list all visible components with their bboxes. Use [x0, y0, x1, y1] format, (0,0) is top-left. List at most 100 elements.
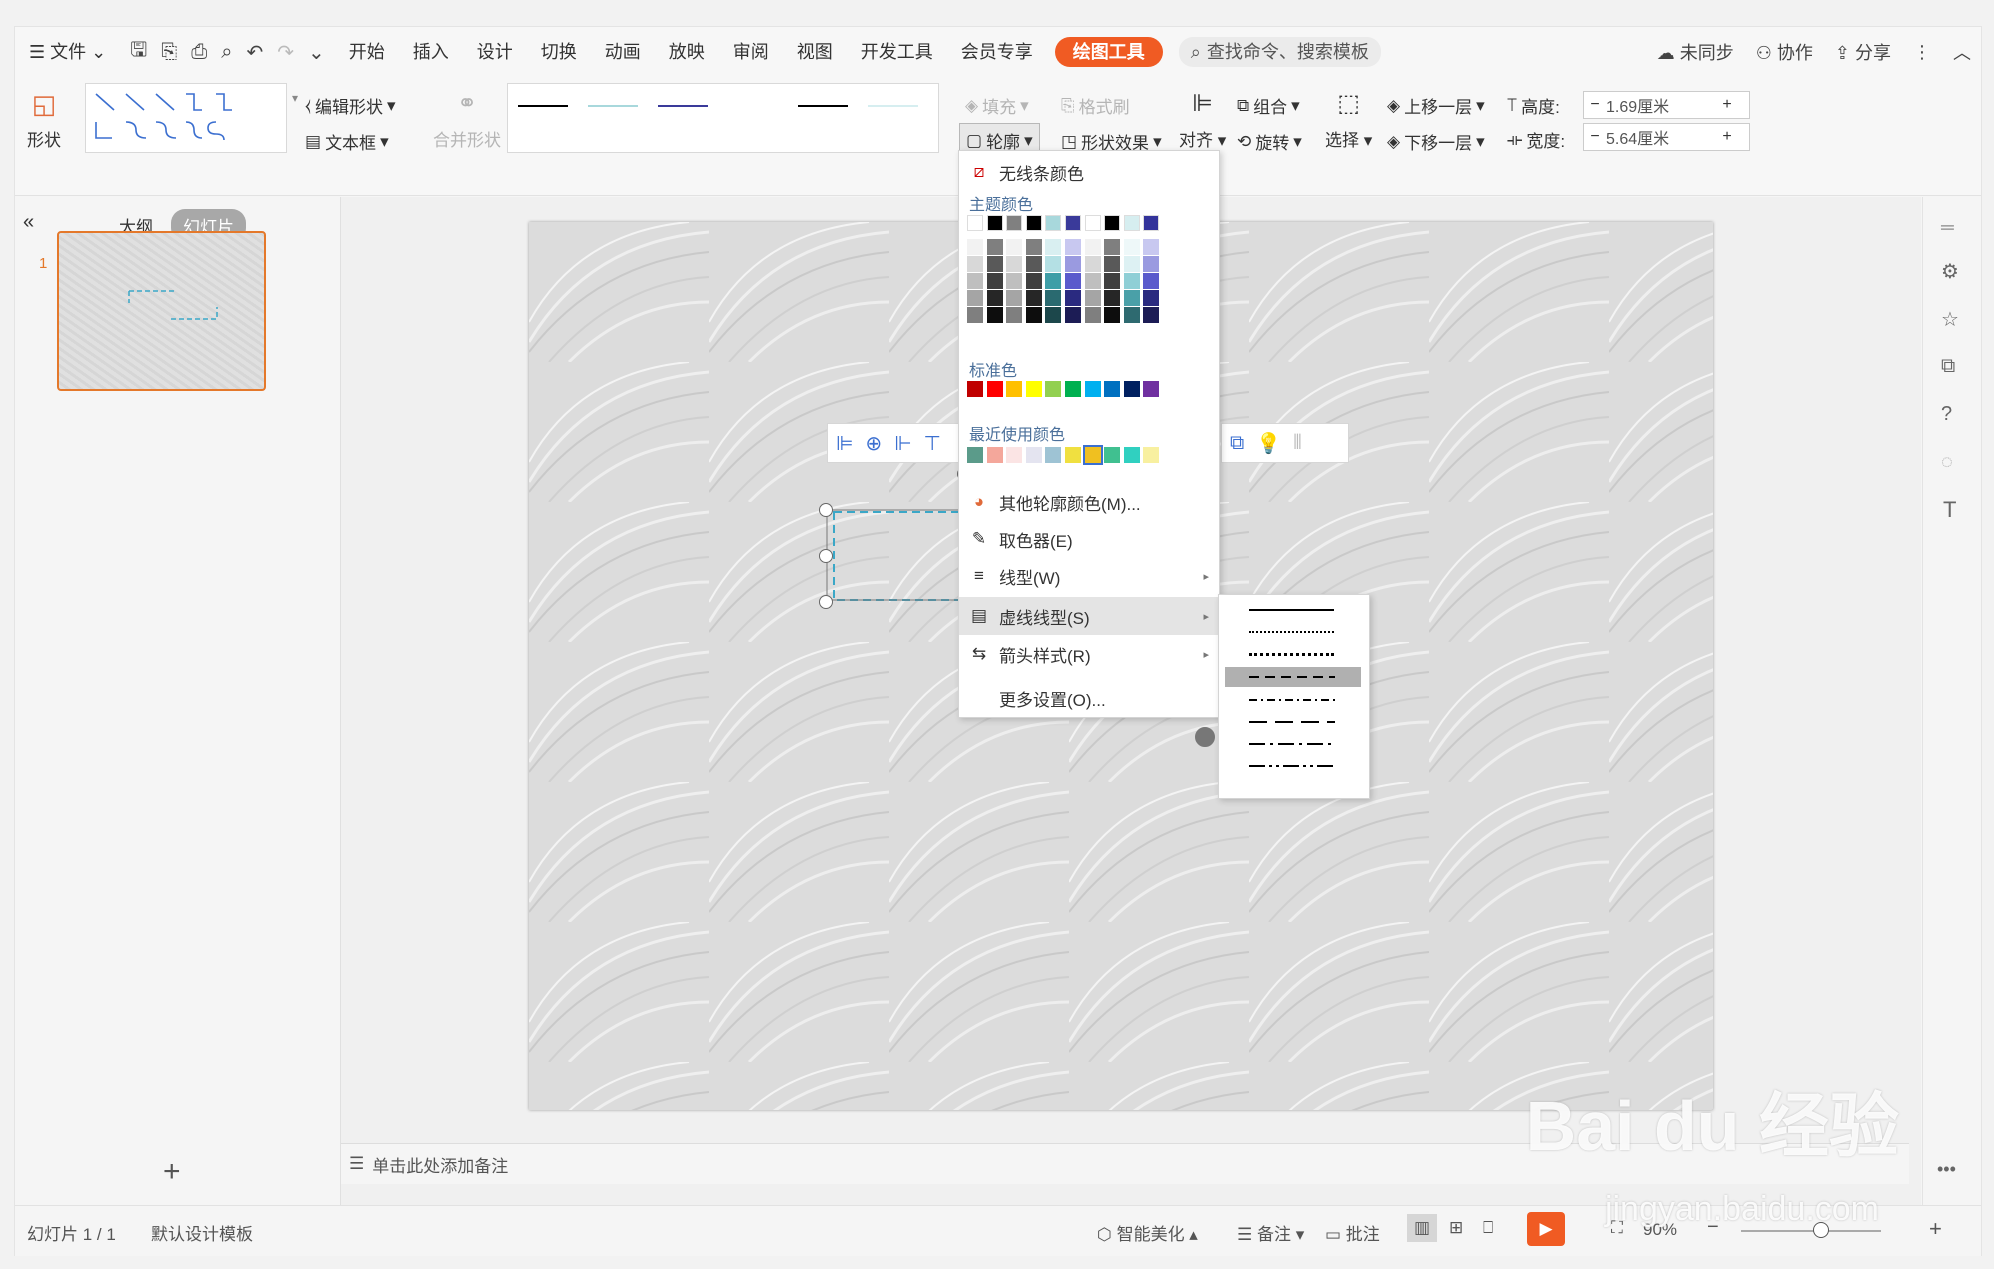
theme-shade-swatch[interactable]: [1104, 290, 1121, 306]
arrow-style-item[interactable]: ⇆ 箭头样式(R) ▸: [959, 637, 1219, 671]
theme-shade-swatch[interactable]: [1123, 256, 1140, 272]
grid-view-icon[interactable]: ⊞: [1449, 1218, 1463, 1238]
theme-shade-swatch[interactable]: [986, 290, 1003, 306]
merge-shape-button[interactable]: ⚭ 合并形状: [433, 89, 501, 151]
theme-shade-swatch[interactable]: [1104, 256, 1121, 272]
theme-color-swatch[interactable]: [967, 215, 983, 231]
theme-shade-swatch[interactable]: [1025, 256, 1042, 272]
theme-shade-swatch[interactable]: [1006, 239, 1023, 255]
recent-color-swatch[interactable]: [1025, 447, 1042, 463]
theme-shade-swatch[interactable]: [1104, 273, 1121, 289]
dash-long-dash[interactable]: [1219, 711, 1369, 733]
collapse-panel-icon[interactable]: «: [23, 211, 34, 234]
theme-shade-swatch[interactable]: [1025, 273, 1042, 289]
standard-color-swatch[interactable]: [1065, 381, 1081, 397]
theme-shade-swatch[interactable]: [1006, 307, 1023, 323]
standard-color-swatch[interactable]: [1025, 381, 1042, 397]
width-increase[interactable]: +: [1716, 128, 1738, 146]
comments-button[interactable]: ▭ 批注: [1325, 1220, 1380, 1245]
select-button[interactable]: ⬚ 选择 ▾: [1325, 89, 1372, 151]
standard-color-swatch[interactable]: [967, 381, 983, 397]
resize-handle-middle-left[interactable]: [819, 549, 833, 563]
distribute-icon[interactable]: ⫴: [1293, 432, 1301, 455]
dash-solid[interactable]: [1219, 599, 1369, 621]
normal-view-icon[interactable]: ▥: [1407, 1214, 1437, 1242]
resize-handle-top-left[interactable]: [819, 503, 833, 517]
theme-shade-swatch[interactable]: [1084, 307, 1101, 323]
standard-color-swatch[interactable]: [1104, 381, 1121, 397]
tab-home[interactable]: 开始: [335, 27, 399, 77]
theme-shade-swatch[interactable]: [1045, 290, 1062, 306]
theme-shade-swatch[interactable]: [1123, 307, 1140, 323]
collab-button[interactable]: ⚇ 协作: [1756, 39, 1813, 65]
redo-icon[interactable]: ↷: [277, 40, 294, 65]
theme-shade-swatch[interactable]: [1045, 273, 1062, 289]
format-painter-button[interactable]: ⎘ 格式刷: [1061, 93, 1130, 118]
more-settings-item[interactable]: 更多设置(O)...: [959, 681, 1219, 715]
recent-color-swatch[interactable]: [1082, 445, 1103, 465]
standard-color-swatch[interactable]: [1006, 381, 1023, 397]
more-icon[interactable]: ⋮: [1913, 42, 1931, 63]
standard-color-swatch[interactable]: [1084, 381, 1101, 397]
tab-design[interactable]: 设计: [463, 27, 527, 77]
theme-shade-swatch[interactable]: [967, 273, 983, 289]
notes-toggle-button[interactable]: ☰ 备注 ▾: [1237, 1220, 1304, 1245]
theme-shade-swatch[interactable]: [1025, 290, 1042, 306]
theme-shade-swatch[interactable]: [967, 307, 983, 323]
bulb-icon[interactable]: 💡: [1256, 431, 1281, 456]
smart-beautify-button[interactable]: ⬡ 智能美化 ▴: [1097, 1220, 1198, 1245]
dash-round-dot[interactable]: [1219, 621, 1369, 643]
connector-gallery[interactable]: [85, 83, 287, 153]
theme-shade-swatch[interactable]: [1084, 256, 1101, 272]
theme-shade-swatch[interactable]: [1143, 290, 1160, 306]
print-preview-icon[interactable]: ⌕: [221, 41, 232, 64]
customize-icon[interactable]: ⌄: [308, 40, 325, 65]
align-right-icon[interactable]: ⊩: [894, 431, 911, 456]
textbox-button[interactable]: ▤ 文本框 ▾: [305, 129, 389, 154]
transition-icon[interactable]: ⧉: [1941, 355, 1955, 378]
theme-shade-swatch[interactable]: [1065, 239, 1081, 255]
recent-color-swatch[interactable]: [1104, 447, 1121, 463]
theme-shade-swatch[interactable]: [1084, 273, 1101, 289]
tab-review[interactable]: 审阅: [719, 27, 783, 77]
dash-long-dash-dot[interactable]: [1219, 733, 1369, 755]
theme-shade-swatch[interactable]: [1025, 239, 1042, 255]
theme-shade-swatch[interactable]: [1006, 290, 1023, 306]
theme-shade-swatch[interactable]: [967, 290, 983, 306]
star-icon[interactable]: ☆: [1941, 307, 1959, 332]
tab-animation[interactable]: 动画: [591, 27, 655, 77]
standard-color-swatch[interactable]: [1143, 381, 1160, 397]
rotate-button[interactable]: ⟲ 旋转 ▾: [1237, 129, 1302, 154]
undo-icon[interactable]: ↶: [246, 40, 263, 65]
theme-color-swatch[interactable]: [1143, 215, 1160, 231]
group-button[interactable]: ⧉ 组合 ▾: [1237, 93, 1300, 118]
format-painter-icon[interactable]: ⎘: [161, 41, 177, 64]
recent-color-swatch[interactable]: [1143, 447, 1160, 463]
height-decrease[interactable]: −: [1584, 96, 1606, 114]
collapse-ribbon-icon[interactable]: ︿: [1953, 39, 1971, 65]
theme-shade-swatch[interactable]: [967, 239, 983, 255]
sidebar-collapse-icon[interactable]: ═: [1941, 217, 1954, 238]
save-icon[interactable]: 🖫: [130, 35, 147, 69]
print-icon[interactable]: ⎙: [191, 41, 207, 64]
theme-color-swatch[interactable]: [986, 215, 1003, 231]
theme-shade-swatch[interactable]: [967, 256, 983, 272]
standard-color-swatch[interactable]: [1045, 381, 1062, 397]
recent-color-swatch[interactable]: [1006, 447, 1023, 463]
align-left-icon[interactable]: ⊫: [836, 431, 853, 456]
lightbulb-icon[interactable]: ◌: [1941, 451, 1953, 474]
theme-color-swatch[interactable]: [1025, 215, 1042, 231]
tab-member[interactable]: 会员专享: [947, 27, 1047, 77]
template-name[interactable]: 默认设计模板: [151, 1220, 253, 1245]
align-top-icon[interactable]: ⊤: [924, 431, 941, 456]
theme-color-swatch[interactable]: [1065, 215, 1081, 231]
file-menu[interactable]: ☰ 文件 ⌄: [15, 27, 120, 77]
theme-shade-swatch[interactable]: [1025, 307, 1042, 323]
text-icon[interactable]: T: [1943, 497, 1956, 523]
tab-developer[interactable]: 开发工具: [847, 27, 947, 77]
dash-style-item[interactable]: ▤ 虚线线型(S) ▸: [959, 597, 1219, 635]
line-style-gallery[interactable]: [507, 83, 939, 153]
theme-shade-swatch[interactable]: [1065, 307, 1081, 323]
theme-shade-swatch[interactable]: [1123, 290, 1140, 306]
theme-shade-swatch[interactable]: [986, 273, 1003, 289]
